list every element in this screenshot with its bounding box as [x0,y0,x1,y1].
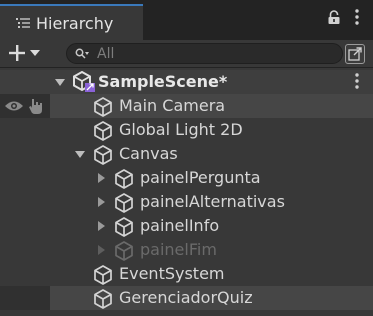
gameobject-icon [94,289,112,309]
tree-item-canvas[interactable]: Canvas [0,142,373,166]
tab-bar: Hierarchy [0,0,373,40]
eye-icon[interactable] [4,100,24,112]
tree-item-label: Main Camera [119,96,226,115]
tree-item-main-camera[interactable]: Main Camera [0,94,373,118]
tree-item-label: painelFim [140,240,217,259]
add-object-button[interactable] [8,42,40,64]
hierarchy-list-icon [16,17,30,29]
visibility-gutter [0,286,50,310]
pickable-hand-icon[interactable] [28,97,46,115]
gameobject-icon [94,121,112,141]
tree-item-label: Global Light 2D [119,120,243,139]
tree-item-label: GerenciadorQuiz [119,288,253,307]
open-hierarchy-window-button[interactable] [345,44,365,64]
gameobject-icon [115,217,133,237]
tree-item-painelalternativas[interactable]: painelAlternativas [0,190,373,214]
collapsed-arrow-icon[interactable] [95,196,107,208]
hierarchy-tab[interactable]: Hierarchy [0,4,143,40]
tree-item-painelinfo[interactable]: painelInfo [0,214,373,238]
expand-arrow-icon[interactable] [54,76,66,88]
tree-item-gerenciadorquiz[interactable]: GerenciadorQuiz [0,286,373,310]
gameobject-icon [94,97,112,117]
collapsed-arrow-icon[interactable] [95,220,107,232]
tree-item-painelpergunta[interactable]: painelPergunta [0,166,373,190]
expand-arrow-icon[interactable] [74,148,86,160]
gameobject-icon [115,193,133,213]
tree-item-label: painelPergunta [140,168,261,187]
collapsed-arrow-icon[interactable] [95,244,107,256]
external-window-icon [348,47,362,61]
search-icon [75,48,89,59]
tree-item-eventsystem[interactable]: EventSystem [0,262,373,286]
chevron-down-icon [30,50,40,56]
hierarchy-toolbar [0,40,373,68]
plus-icon [9,45,25,61]
search-input[interactable] [95,44,319,63]
gameobject-inactive-icon [115,241,133,261]
unity-scene-icon [73,71,95,92]
tab-title: Hierarchy [36,13,114,33]
tree-item-painelfim[interactable]: painelFim [0,238,373,262]
scene-label: SampleScene* [98,72,228,91]
lock-icon[interactable] [327,9,341,29]
tree-item-label: EventSystem [119,264,225,283]
tree-item-global-light-2d[interactable]: Global Light 2D [0,118,373,142]
visibility-gutter [0,94,50,118]
scene-menu-icon[interactable] [355,73,359,89]
gameobject-icon [94,145,112,165]
tree-item-label: Canvas [119,144,178,163]
search-field[interactable] [66,43,343,64]
tree-item-label: painelAlternativas [140,192,285,211]
scene-row[interactable]: SampleScene* [0,70,373,94]
kebab-menu-icon[interactable] [355,9,359,29]
gameobject-icon [115,169,133,189]
gameobject-icon [94,265,112,285]
collapsed-arrow-icon[interactable] [95,172,107,184]
tree-item-label: painelInfo [140,216,220,235]
